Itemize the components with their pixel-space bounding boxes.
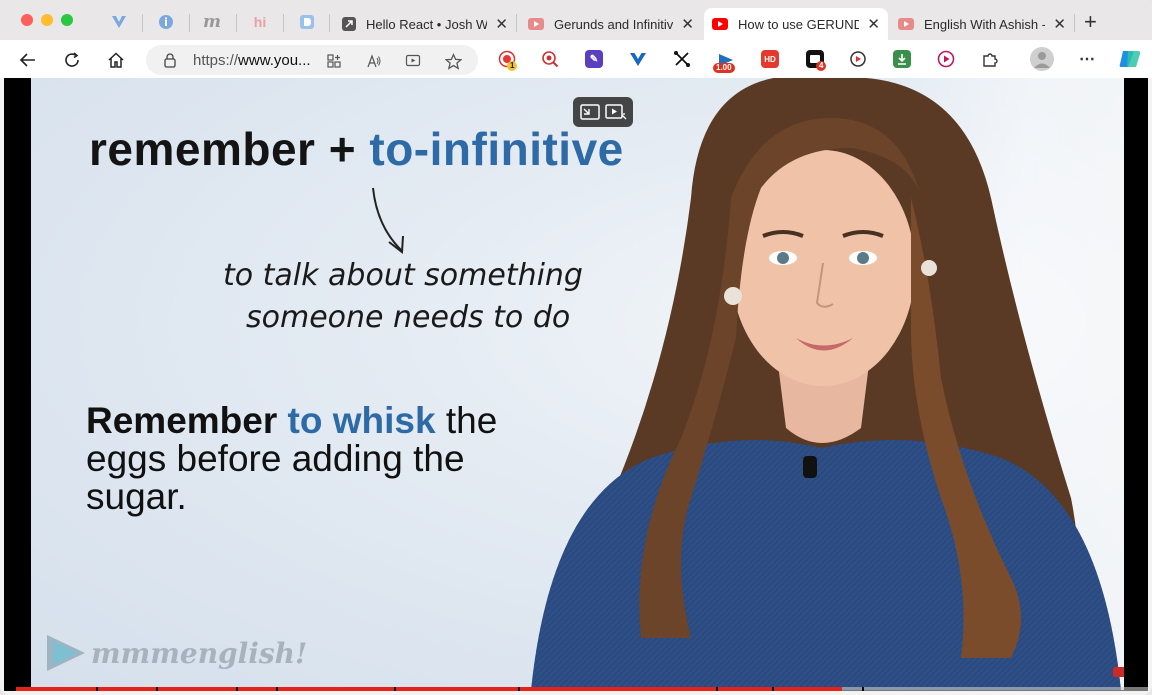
notes-badge: 4	[816, 61, 827, 71]
close-tab-icon[interactable]: ✕	[867, 15, 880, 33]
mmmenglish-logo: mmmenglish!	[45, 633, 307, 673]
arrow-down-icon	[372, 187, 404, 254]
video-capture-extension-icon[interactable]	[849, 50, 867, 68]
subscribe-watermark[interactable]: Subscribe	[1113, 667, 1124, 677]
reload-button[interactable]	[61, 49, 83, 71]
tab-title: Gerunds and Infinitive	[554, 16, 674, 32]
chapter-marker	[394, 687, 396, 691]
youtube-icon	[528, 18, 544, 30]
home-button[interactable]	[105, 49, 127, 71]
heading-verb: remember +	[89, 123, 370, 175]
close-tab-icon[interactable]: ✕	[1053, 15, 1066, 33]
note-line-1: to talk about something	[223, 258, 583, 293]
notes-extension-icon[interactable]: 4	[806, 50, 827, 71]
vuetify-extension-icon[interactable]	[629, 50, 647, 68]
url-host: www.you...	[238, 52, 311, 69]
heading-form: to-infinitive	[369, 123, 624, 175]
url-text[interactable]: https://www.you...	[193, 52, 311, 69]
favorite-star-icon[interactable]	[444, 52, 462, 70]
youtube-icon	[712, 18, 728, 30]
tab-title: English With Ashish -	[924, 16, 1046, 32]
video-player[interactable]: remember + to-infinitive to talk about s…	[31, 78, 1124, 690]
video-speed-extension-icon[interactable]: 1.00	[713, 50, 735, 73]
zoom-window-button[interactable]	[61, 14, 73, 26]
pinned-tab-m-icon[interactable]: m	[202, 12, 222, 32]
read-aloud-icon[interactable]	[365, 52, 383, 70]
chapter-marker	[236, 687, 238, 691]
download-extension-icon[interactable]	[893, 50, 911, 68]
record-badge: 1	[507, 61, 518, 71]
tab-gerunds-and-infinitives[interactable]: Gerunds and Infinitive ✕	[520, 8, 702, 40]
close-tab-icon[interactable]: ✕	[495, 15, 508, 33]
lock-icon[interactable]	[162, 52, 178, 68]
progress-fill	[16, 687, 843, 691]
example-remember: Remember	[86, 400, 288, 441]
search-zoom-extension-icon[interactable]	[541, 50, 559, 68]
external-link-icon	[342, 17, 356, 31]
tab-how-to-use-gerunds[interactable]: How to use GERUNDS ✕	[704, 8, 888, 40]
tab-title: Hello React • Josh W	[366, 16, 488, 32]
media-icon[interactable]	[404, 52, 422, 70]
mini-player-icon[interactable]	[604, 103, 627, 121]
back-button[interactable]	[17, 49, 39, 71]
progress-bar[interactable]	[16, 687, 1148, 691]
minimize-window-button[interactable]	[41, 14, 53, 26]
tab-hello-react[interactable]: Hello React • Josh W ✕	[334, 8, 516, 40]
chapter-marker	[518, 687, 520, 691]
tab-strip: m hi Hello React • Josh W ✕ Gerunds and …	[0, 0, 1152, 42]
slide-heading: remember + to-infinitive	[89, 122, 624, 176]
chapter-marker	[772, 687, 774, 691]
chapter-marker	[862, 687, 864, 691]
youtube-icon	[898, 18, 914, 30]
speed-badge: 1.00	[713, 63, 735, 73]
chapter-marker	[276, 687, 278, 691]
logo-text: mmmenglish!	[91, 636, 308, 670]
apps-icon[interactable]	[325, 52, 343, 70]
pinned-tab-vuetify-icon[interactable]	[109, 12, 129, 32]
more-options-icon[interactable]: ⋯	[1078, 50, 1096, 68]
address-bar[interactable]: https://www.you...	[146, 45, 478, 75]
browser-window: m hi Hello React • Josh W ✕ Gerunds and …	[0, 0, 1152, 695]
profile-avatar[interactable]	[1030, 47, 1054, 71]
chapter-marker	[716, 687, 718, 691]
example-sentence: Remember to whisk the eggs before adding…	[86, 402, 556, 516]
shuffle-extension-icon[interactable]	[673, 50, 691, 68]
pinned-tab-d-icon[interactable]	[297, 12, 317, 32]
tab-title: How to use GERUNDS	[738, 16, 860, 32]
chapter-marker	[96, 687, 98, 691]
toolbar: https://www.you... 1 ✎ 1.00 HD 4 ⋯	[0, 40, 1152, 78]
pinned-tab-hi-icon[interactable]: hi	[250, 12, 270, 32]
screen-record-extension-icon[interactable]: 1	[498, 50, 518, 71]
close-tab-icon[interactable]: ✕	[681, 15, 694, 33]
new-tab-button[interactable]: +	[1084, 11, 1097, 33]
hd-extension-icon[interactable]: HD	[761, 50, 779, 68]
pip-controls	[573, 97, 633, 127]
play-triangle-icon	[47, 635, 85, 671]
note-line-2: someone needs to do	[246, 300, 571, 335]
youtube-player-extension-icon[interactable]	[937, 50, 955, 68]
tab-english-with-ashish[interactable]: English With Ashish - ✕	[890, 8, 1074, 40]
picture-in-picture-icon[interactable]	[579, 103, 600, 121]
chapter-marker	[156, 687, 158, 691]
extensions-puzzle-icon[interactable]	[981, 50, 999, 68]
copilot-icon[interactable]	[1118, 47, 1142, 71]
video-viewport: remember + to-infinitive to talk about s…	[4, 78, 1148, 691]
notes-pen-extension-icon[interactable]: ✎	[585, 50, 603, 68]
example-to-whisk: to whisk	[287, 400, 436, 441]
close-window-button[interactable]	[21, 14, 33, 26]
url-scheme: https://	[193, 52, 239, 69]
pinned-tab-info-icon[interactable]	[156, 12, 176, 32]
